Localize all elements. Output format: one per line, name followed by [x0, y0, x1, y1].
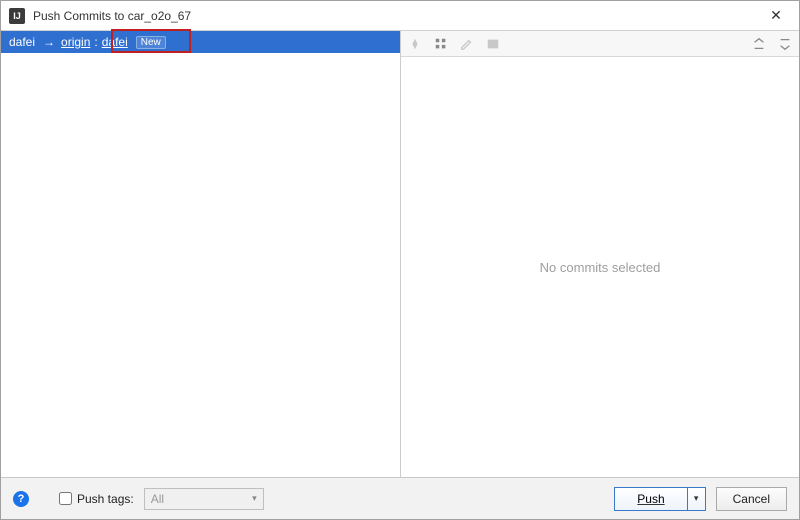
help-icon[interactable]: ?	[13, 491, 29, 507]
titlebar: IJ Push Commits to car_o2o_67 ✕	[1, 1, 799, 31]
push-tags-input[interactable]	[59, 492, 72, 505]
close-icon[interactable]: ✕	[761, 7, 791, 24]
edit-icon[interactable]	[459, 36, 475, 52]
empty-state: No commits selected	[401, 57, 799, 477]
cherry-pick-icon[interactable]	[407, 36, 423, 52]
group-icon[interactable]	[433, 36, 449, 52]
push-tags-checkbox[interactable]: Push tags:	[59, 492, 134, 506]
local-branch-label: dafei	[9, 35, 35, 49]
empty-state-text: No commits selected	[540, 260, 661, 275]
dialog-footer: ? Push tags: All ▾ Push ▾ Cancel	[1, 477, 799, 519]
preview-icon[interactable]	[485, 36, 501, 52]
commits-panel: No commits selected	[401, 31, 799, 477]
push-tags-select[interactable]: All ▾	[144, 488, 264, 510]
push-button[interactable]: Push	[614, 487, 687, 511]
push-tags-label: Push tags:	[77, 492, 134, 506]
push-tags-select-value: All	[151, 492, 164, 506]
push-button-group: Push ▾	[614, 487, 705, 511]
window-title: Push Commits to car_o2o_67	[33, 9, 761, 23]
app-icon: IJ	[9, 8, 25, 24]
arrow-icon: →	[43, 35, 55, 49]
push-button-label: Push	[637, 492, 664, 506]
target-branch-link[interactable]: dafei	[102, 35, 128, 49]
content-area: dafei → origin : dafei New	[1, 31, 799, 477]
separator: :	[94, 35, 97, 49]
expand-all-icon[interactable]	[751, 36, 767, 52]
cancel-button-label: Cancel	[733, 492, 770, 506]
branch-list-panel: dafei → origin : dafei New	[1, 31, 401, 477]
branch-row[interactable]: dafei → origin : dafei New	[1, 31, 400, 53]
push-dialog: IJ Push Commits to car_o2o_67 ✕ dafei → …	[0, 0, 800, 520]
chevron-down-icon: ▾	[252, 493, 257, 504]
push-dropdown-button[interactable]: ▾	[688, 487, 706, 511]
commits-toolbar	[401, 31, 799, 57]
cancel-button[interactable]: Cancel	[716, 487, 787, 511]
collapse-all-icon[interactable]	[777, 36, 793, 52]
remote-link[interactable]: origin	[61, 35, 90, 49]
new-badge: New	[136, 36, 166, 49]
